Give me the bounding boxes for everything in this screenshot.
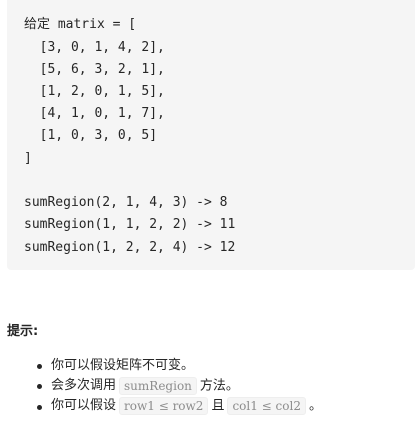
tip-text: 且 bbox=[211, 398, 225, 414]
code-line: sumRegion(1, 2, 2, 4) -> 12 bbox=[24, 240, 236, 255]
tip-text: 你可以假设 bbox=[51, 398, 117, 413]
tip-text: 你可以假设矩阵不可变。 bbox=[51, 358, 195, 373]
tip-item: 你可以假设矩阵不可变。 bbox=[37, 357, 194, 376]
tip-item: 会多次调用 sumRegion 方法。 bbox=[37, 377, 239, 396]
tip-text: 方法。 bbox=[199, 378, 239, 394]
tip-text: 。 bbox=[308, 398, 322, 414]
code-line: sumRegion(1, 1, 2, 2) -> 11 bbox=[24, 217, 236, 232]
code-line: [1, 2, 0, 1, 5], bbox=[24, 84, 165, 99]
code-example-block: 给定 matrix = [ [3, 0, 1, 4, 2], [5, 6, 3,… bbox=[7, 0, 415, 270]
tips-heading: 提示: bbox=[7, 324, 39, 339]
code-line: [1, 0, 3, 0, 5] bbox=[24, 128, 158, 143]
code-line: [3, 0, 1, 4, 2], bbox=[24, 40, 165, 55]
tip-text: 会多次调用 bbox=[51, 378, 117, 393]
inline-code: col1 ≤ col2 bbox=[227, 397, 306, 415]
inline-code: sumRegion bbox=[119, 377, 197, 395]
code-line: 给定 matrix = [ bbox=[24, 17, 137, 32]
code-line: ] bbox=[24, 151, 32, 166]
code-line: [4, 1, 0, 1, 7], bbox=[24, 106, 165, 121]
inline-code: row1 ≤ row2 bbox=[119, 397, 209, 415]
tip-item: 你可以假设 row1 ≤ row2 且 col1 ≤ col2。 bbox=[37, 397, 322, 416]
code-line: sumRegion(2, 1, 4, 3) -> 8 bbox=[24, 195, 228, 210]
code-line: [5, 6, 3, 2, 1], bbox=[24, 62, 165, 77]
